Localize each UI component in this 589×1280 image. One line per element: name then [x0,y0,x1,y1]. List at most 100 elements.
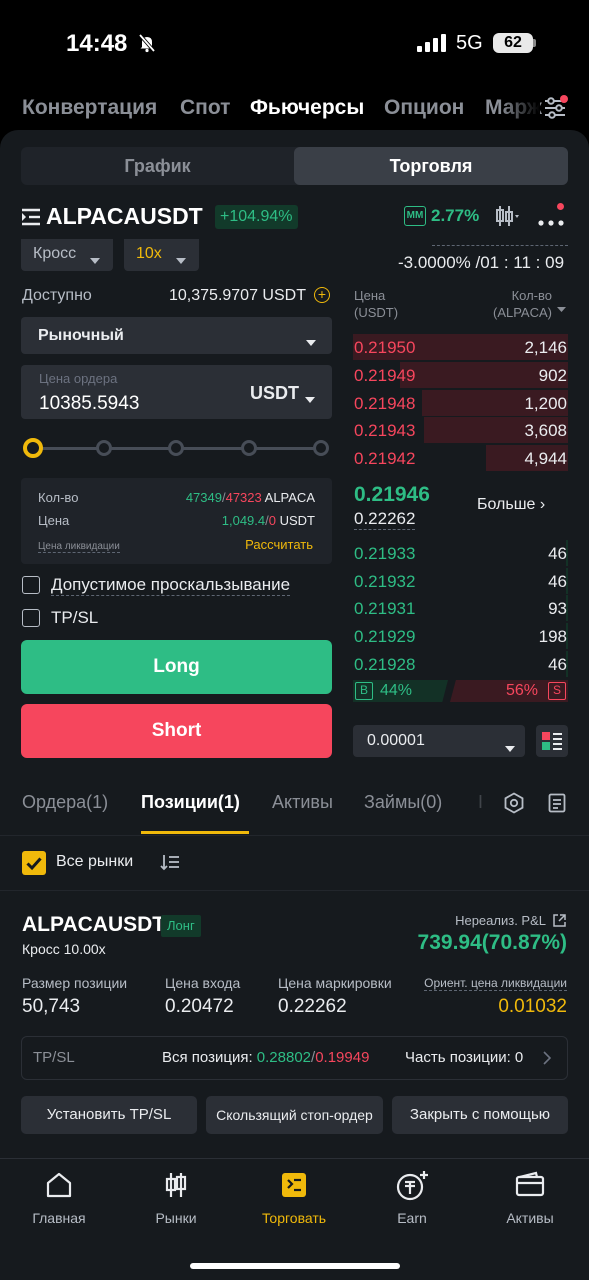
nav-markets[interactable] [121,1170,231,1205]
pair-name[interactable]: ALPACAUSDT [46,203,203,230]
tab-futures[interactable]: Фьючерсы [250,96,364,120]
ask-price: 0.21950 [354,338,416,357]
bid-price: 0.21928 [354,655,416,674]
battery-nub [533,39,536,47]
tab-positions[interactable]: Позиции(1) [141,792,240,813]
more-book-link[interactable]: Больше › [477,496,545,514]
bid-price: 0.21933 [354,544,416,563]
pair-change-badge: +104.94% [215,205,298,229]
share-icon[interactable] [552,913,567,933]
trailing-stop-button[interactable]: Скользящий стоп-ордер [206,1096,383,1134]
tabs-fade [455,785,495,825]
ask-price: 0.21948 [354,394,416,413]
mark-price[interactable]: 0.22262 [354,509,416,530]
set-tpsl-button[interactable]: Установить TP/SL [21,1096,197,1134]
home-icon [46,1172,72,1198]
sort-icon[interactable] [160,853,180,876]
funding-rate-countdown[interactable]: -3.0000% /01 : 11 : 09 [398,253,564,273]
nav-trade[interactable] [239,1170,349,1205]
tpsl-full-position: Вся позиция: 0.28802/0.19949 [162,1049,369,1066]
liq-price-label[interactable]: Ориент. цена ликвидации [424,976,567,991]
order-price-placeholder: Цена ордера [39,371,118,386]
tpsl-row-label: TP/SL [33,1049,75,1066]
slider-step-50[interactable] [168,440,184,456]
tab-assets[interactable]: Активы [272,792,333,813]
book-layout-icon [542,732,562,750]
bid-qty: 46 [548,655,567,674]
all-markets-checkbox[interactable] [22,851,46,875]
caret-down-icon [90,251,100,269]
nav-markets-label[interactable]: Рынки [121,1210,231,1226]
tpsl-partial-position: Часть позиции: 0 [405,1049,524,1066]
nav-earn-label[interactable]: Earn [357,1210,467,1226]
nav-assets[interactable] [475,1170,585,1205]
slider-step-75[interactable] [241,440,257,456]
slippage-label[interactable]: Допустимое проскальзывание [51,575,291,596]
entry-value: 0.20472 [165,996,234,1017]
tab-convert[interactable]: Конвертация [22,96,157,120]
liq-price-value: 0.01032 [498,996,567,1017]
pair-menu-icon[interactable] [22,208,42,231]
info-liq-label: Цена ликвидации [38,541,120,553]
long-button[interactable]: Long [21,640,332,694]
tab-orders[interactable]: Ордера(1) [22,792,108,813]
mm-value[interactable]: 2.77% [431,206,479,226]
tpsl-checkbox[interactable] [22,609,40,627]
nav-home[interactable] [4,1170,114,1205]
book-layout-button[interactable] [536,725,568,757]
hexagon-settings-icon[interactable] [503,792,525,819]
slippage-checkbox[interactable] [22,576,40,594]
cost-short: 0 [268,513,276,528]
add-funds-icon[interactable]: + [314,287,330,303]
order-price-value[interactable]: 10385.5943 [39,393,139,415]
bid-price: 0.21932 [354,572,416,591]
bid-qty: 93 [548,599,567,618]
tpsl-label[interactable]: TP/SL [51,608,98,628]
all-markets-label[interactable]: Все рынки [56,853,133,871]
position-symbol[interactable]: ALPACAUSDT [22,913,165,937]
ob-price-header: Цена (USDT) [354,287,398,321]
bid-price: 0.21931 [354,599,416,618]
entry-label: Цена входа [165,975,241,991]
buy-badge: B [355,682,373,700]
mm-badge[interactable]: MM [404,206,426,226]
ask-price: 0.21943 [354,421,416,440]
bid-qty: 46 [548,572,567,591]
network-label: 5G [456,32,483,54]
short-button[interactable]: Short [21,704,332,758]
tab-loans[interactable]: Займы(0) [364,792,442,813]
nav-trade-label[interactable]: Торговать [239,1210,349,1226]
slider-handle[interactable] [23,438,43,458]
qty-long: 47349 [185,490,222,505]
document-list-icon[interactable] [548,793,566,818]
segment-chart[interactable]: График [21,147,294,185]
order-type-label: Рыночный [38,327,124,344]
ask-qty: 2,146 [524,338,567,357]
earn-coin-icon [396,1171,428,1201]
ob-qty-header[interactable]: Кол-во (ALPACA) [470,287,552,321]
liq-calc-link[interactable]: Рассчитать [245,537,313,552]
slider-step-25[interactable] [96,440,112,456]
ob-price-header-2: (USDT) [354,305,399,320]
info-price-label: Цена [38,513,70,528]
buy-ratio: 44% [380,682,413,699]
price-unit-select[interactable]: USDT [250,383,299,404]
chevron-right-icon [543,1051,552,1070]
nav-earn[interactable] [357,1170,467,1207]
qty-unit: ALPACA [264,490,315,505]
mark-value: 0.22262 [278,996,347,1017]
tpsl-sl-value: 0.19949 [315,1049,370,1066]
nav-assets-label[interactable]: Активы [475,1210,585,1226]
more-dots-icon[interactable] [538,213,564,231]
candlestick-icon[interactable] [494,203,520,234]
caret-down-icon [306,333,316,351]
tab-spot[interactable]: Спот [180,96,230,120]
slider-step-100[interactable] [313,440,329,456]
tab-options[interactable]: Опцион [384,96,464,120]
segment-trade[interactable]: Торговля [294,147,568,185]
active-tab-indicator [141,831,249,834]
close-with-button[interactable]: Закрыть с помощью [392,1096,568,1134]
ob-qty-header-2: (ALPACA) [493,305,552,320]
cost-long: 1,049.4 [221,513,266,528]
nav-home-label[interactable]: Главная [4,1210,114,1226]
